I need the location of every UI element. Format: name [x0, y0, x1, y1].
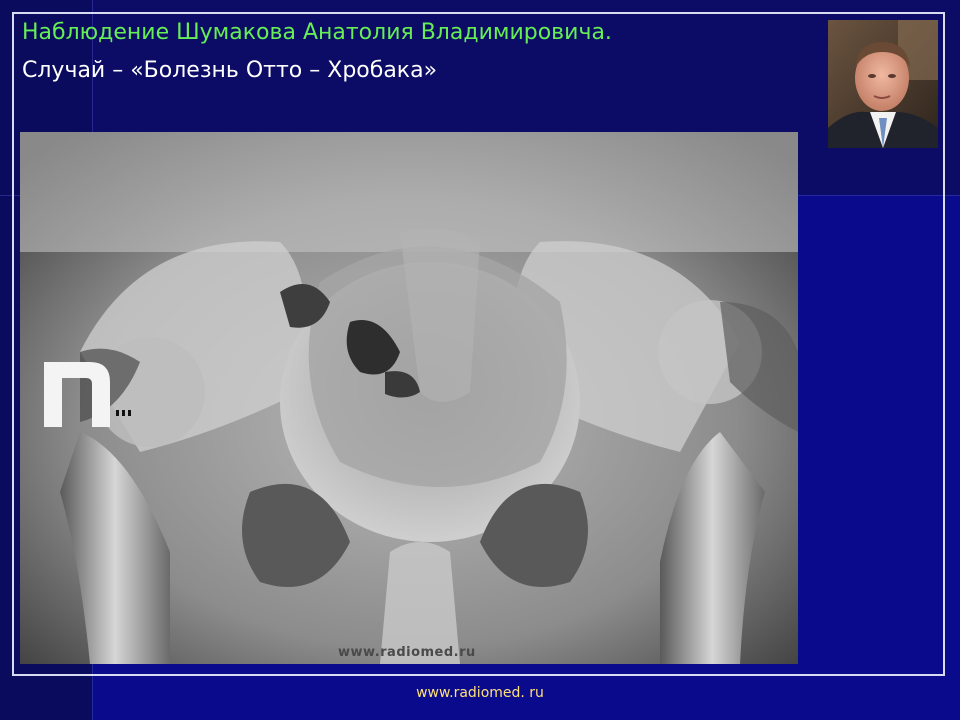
portrait-photo — [828, 20, 938, 148]
xray-drawing — [20, 132, 798, 664]
slide-title: Наблюдение Шумакова Анатолия Владимирови… — [22, 20, 612, 45]
xray-watermark: www.radiomed.ru — [338, 645, 476, 660]
slide-subtitle: Случай – «Болезнь Отто – Хробака» — [22, 58, 438, 83]
portrait-image — [828, 20, 938, 148]
footer-url[interactable]: www.radiomed. ru — [0, 685, 960, 701]
pelvis-xray-image — [20, 132, 798, 664]
